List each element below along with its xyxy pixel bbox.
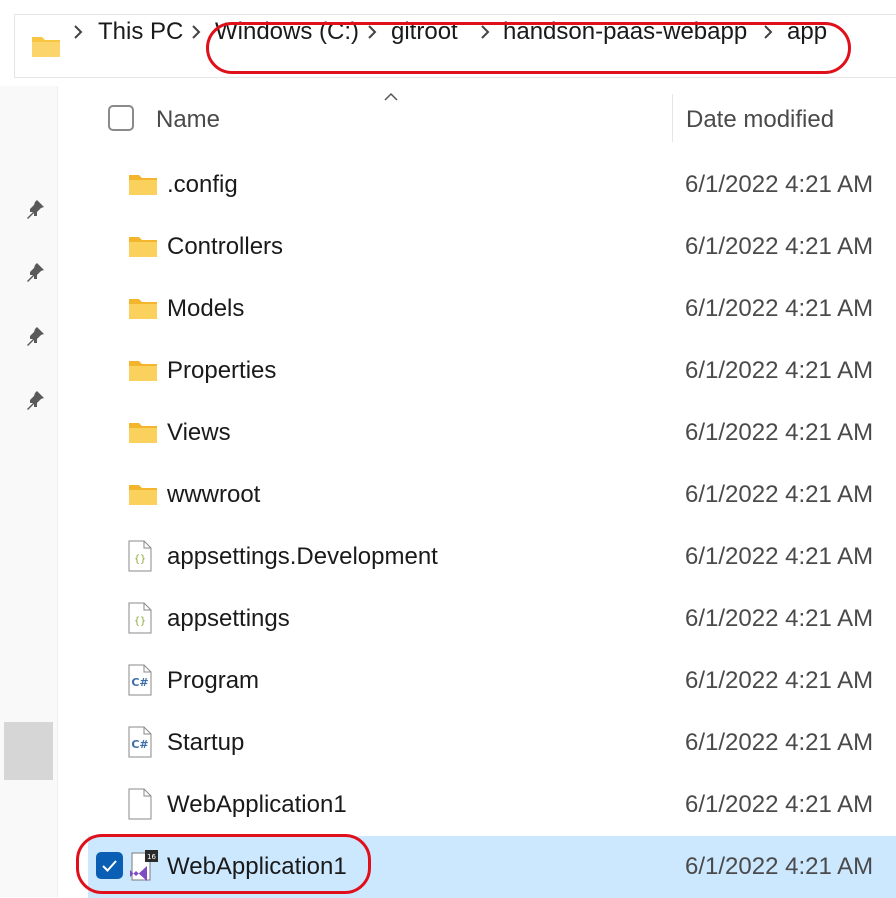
pane-divider	[57, 86, 58, 897]
file-date-modified: 6/1/2022 4:21 AM	[685, 295, 874, 322]
folder-icon	[32, 37, 60, 57]
json-file-icon: {}	[128, 602, 158, 636]
chevron-right-icon	[481, 25, 490, 39]
file-name: .config	[167, 171, 238, 198]
folder-icon	[128, 230, 158, 264]
breadcrumb-this-pc[interactable]: This PC	[98, 18, 183, 46]
checkmark-icon	[102, 860, 117, 872]
file-date-modified: 6/1/2022 4:21 AM	[685, 543, 874, 570]
file-row[interactable]: WebApplication1 6/1/2022 4:21 AM	[88, 774, 896, 836]
file-date-modified: 6/1/2022 4:21 AM	[685, 233, 874, 260]
row-checkbox-checked[interactable]	[96, 852, 123, 879]
file-name: appsettings.Development	[167, 543, 438, 570]
svg-text:{}: {}	[134, 616, 146, 627]
visual-studio-solution-icon: 16	[128, 850, 158, 884]
file-date-modified: 6/1/2022 4:21 AM	[685, 481, 874, 508]
pin-icon[interactable]	[24, 389, 46, 411]
file-row[interactable]: Controllers 6/1/2022 4:21 AM	[88, 216, 896, 278]
breadcrumb-handson-paas-webapp[interactable]: handson-paas-webapp	[503, 18, 747, 46]
file-name: WebApplication1	[167, 853, 347, 880]
csharp-file-icon: C#	[128, 726, 158, 760]
file-date-modified: 6/1/2022 4:21 AM	[685, 729, 874, 756]
file-row[interactable]: {} appsettings.Development 6/1/2022 4:21 A…	[88, 526, 896, 588]
chevron-right-icon	[192, 25, 201, 39]
file-name: Views	[167, 419, 231, 446]
file-row[interactable]: 16 WebApplication1 6/1/2022 4:21 AM	[88, 836, 896, 898]
file-date-modified: 6/1/2022 4:21 AM	[685, 667, 874, 694]
file-row[interactable]: Properties 6/1/2022 4:21 AM	[88, 340, 896, 402]
file-date-modified: 6/1/2022 4:21 AM	[685, 605, 874, 632]
file-name: Startup	[167, 729, 245, 756]
breadcrumb-gitroot[interactable]: gitroot	[391, 18, 458, 46]
file-name: WebApplication1	[167, 791, 347, 818]
pin-icon[interactable]	[24, 198, 46, 220]
csharp-file-icon: C#	[128, 664, 158, 698]
file-name: Models	[167, 295, 245, 322]
file-row[interactable]: C# Program 6/1/2022 4:21 AM	[88, 650, 896, 712]
nav-scrollbar-thumb[interactable]	[4, 722, 53, 780]
breadcrumb-windows-c[interactable]: Windows (C:)	[215, 18, 359, 46]
file-name: Program	[167, 667, 260, 694]
folder-icon	[128, 478, 158, 512]
file-row[interactable]: Views 6/1/2022 4:21 AM	[88, 402, 896, 464]
file-row[interactable]: wwwroot 6/1/2022 4:21 AM	[88, 464, 896, 526]
column-header-date-modified[interactable]: Date modified	[686, 106, 834, 134]
folder-icon	[128, 292, 158, 326]
file-date-modified: 6/1/2022 4:21 AM	[685, 853, 874, 880]
blank-file-icon	[128, 788, 158, 822]
folder-icon	[128, 354, 158, 388]
file-name: Properties	[167, 357, 277, 384]
file-date-modified: 6/1/2022 4:21 AM	[685, 419, 874, 446]
svg-text:{}: {}	[134, 554, 146, 565]
file-date-modified: 6/1/2022 4:21 AM	[685, 357, 874, 384]
file-row[interactable]: C# Startup 6/1/2022 4:21 AM	[88, 712, 896, 774]
file-date-modified: 6/1/2022 4:21 AM	[685, 791, 874, 818]
json-file-icon: {}	[128, 540, 158, 574]
svg-text:C#: C#	[131, 676, 148, 689]
file-row[interactable]: {} appsettings 6/1/2022 4:21 AM	[88, 588, 896, 650]
file-date-modified: 6/1/2022 4:21 AM	[685, 171, 874, 198]
file-name: Controllers	[167, 233, 284, 260]
folder-icon	[128, 416, 158, 450]
pin-icon[interactable]	[24, 325, 46, 347]
column-header-name[interactable]: Name	[156, 106, 220, 134]
folder-icon	[128, 168, 158, 202]
file-row[interactable]: Models 6/1/2022 4:21 AM	[88, 278, 896, 340]
column-divider[interactable]	[672, 94, 673, 142]
file-name: wwwroot	[167, 481, 261, 508]
select-all-checkbox[interactable]	[108, 105, 134, 131]
svg-text:16: 16	[147, 853, 156, 861]
file-name: appsettings	[167, 605, 290, 632]
file-row[interactable]: .config 6/1/2022 4:21 AM	[88, 154, 896, 216]
chevron-right-icon	[368, 25, 377, 39]
chevron-right-icon	[74, 25, 83, 39]
svg-text:C#: C#	[131, 738, 148, 751]
breadcrumb-app[interactable]: app	[787, 18, 827, 46]
pin-icon[interactable]	[24, 261, 46, 283]
chevron-right-icon	[764, 25, 773, 39]
sort-ascending-icon[interactable]	[384, 92, 398, 102]
